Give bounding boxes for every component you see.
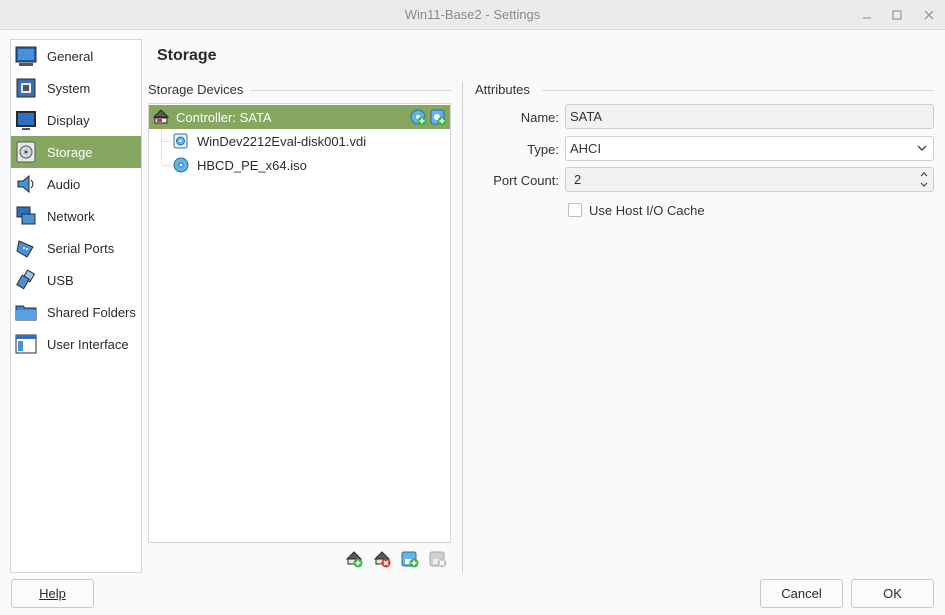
controller-label: Controller: SATA xyxy=(176,109,272,125)
type-value: AHCI xyxy=(570,141,602,156)
sidebar-item-storage[interactable]: Storage xyxy=(11,136,141,168)
add-attachment-icon xyxy=(401,551,419,568)
usb-icon xyxy=(15,269,37,291)
type-label: Type: xyxy=(527,142,559,157)
cancel-button-label: Cancel xyxy=(781,586,822,601)
close-icon xyxy=(924,10,934,20)
window-title: Win11-Base2 - Settings xyxy=(404,7,541,22)
add-optical-drive-icon xyxy=(410,109,427,126)
cancel-button[interactable]: Cancel xyxy=(760,579,843,608)
sidebar-item-label: Serial Ports xyxy=(47,240,115,256)
sidebar-item-label: User Interface xyxy=(47,336,129,352)
network-icon xyxy=(15,205,37,227)
sidebar-item-label: Display xyxy=(47,112,90,128)
remove-attachment-button[interactable] xyxy=(428,549,448,569)
user-interface-icon xyxy=(15,333,37,355)
name-label: Name: xyxy=(520,110,559,125)
spin-buttons[interactable] xyxy=(917,169,931,190)
sidebar-item-label: General xyxy=(47,48,94,64)
remove-attachment-icon xyxy=(429,551,447,568)
storage-icon xyxy=(15,141,37,163)
sidebar-item-label: Network xyxy=(47,208,95,224)
storage-tree[interactable]: Controller: SATA WinDev2212Eval-disk001.… xyxy=(148,103,451,543)
optical-disc-icon xyxy=(173,157,189,173)
ok-button[interactable]: OK xyxy=(851,579,934,608)
attachment-row[interactable]: HBCD_PE_x64.iso xyxy=(149,153,450,177)
type-select[interactable]: AHCI xyxy=(565,136,934,161)
vertical-separator xyxy=(462,81,463,573)
port-count-value: 2 xyxy=(574,172,582,187)
remove-controller-icon xyxy=(373,551,391,568)
name-field[interactable]: SATA xyxy=(565,104,934,129)
add-controller-icon xyxy=(345,551,363,568)
storage-devices-label: Storage Devices xyxy=(148,82,244,97)
remove-controller-button[interactable] xyxy=(372,549,392,569)
maximize-button[interactable] xyxy=(887,5,907,25)
sidebar-item-usb[interactable]: USB xyxy=(11,264,141,296)
sidebar-item-label: Shared Folders xyxy=(47,304,136,320)
help-button[interactable]: Help xyxy=(11,579,94,608)
attachment-label: WinDev2212Eval-disk001.vdi xyxy=(197,133,367,149)
sidebar-item-label: Audio xyxy=(47,176,81,192)
sidebar-item-user-interface[interactable]: User Interface xyxy=(11,328,141,360)
chevron-down-icon xyxy=(915,141,929,155)
maximize-icon xyxy=(892,10,902,20)
sidebar-item-network[interactable]: Network xyxy=(11,200,141,232)
attachment-label: HBCD_PE_x64.iso xyxy=(197,157,307,173)
sidebar-item-label: USB xyxy=(47,272,74,288)
minimize-icon xyxy=(863,17,871,19)
section-divider xyxy=(250,90,452,91)
add-optical-drive-button[interactable] xyxy=(410,109,427,126)
sidebar-item-general[interactable]: General xyxy=(11,40,141,72)
close-button[interactable] xyxy=(919,5,939,25)
hard-disk-icon xyxy=(173,133,189,149)
shared-folders-icon xyxy=(15,301,37,323)
sidebar-item-shared-folders[interactable]: Shared Folders xyxy=(11,296,141,328)
sidebar-item-label: System xyxy=(47,80,91,96)
minimize-button[interactable] xyxy=(857,5,877,25)
page-title: Storage xyxy=(157,47,217,64)
display-icon xyxy=(15,109,37,131)
sidebar-item-audio[interactable]: Audio xyxy=(11,168,141,200)
attachment-row[interactable]: WinDev2212Eval-disk001.vdi xyxy=(149,129,450,153)
add-hard-disk-icon xyxy=(430,109,447,126)
controller-row[interactable]: Controller: SATA xyxy=(149,105,450,129)
host-io-cache-label: Use Host I/O Cache xyxy=(589,203,705,218)
spin-arrows-icon xyxy=(920,172,928,187)
serial-ports-icon xyxy=(15,237,37,259)
host-io-cache-checkbox[interactable] xyxy=(568,203,582,217)
add-hard-disk-button[interactable] xyxy=(430,109,447,126)
audio-icon xyxy=(15,173,37,195)
section-divider xyxy=(542,90,934,91)
port-count-spinbox[interactable]: 2 xyxy=(565,167,934,192)
general-icon xyxy=(15,45,37,67)
add-controller-button[interactable] xyxy=(344,549,364,569)
attributes-label: Attributes xyxy=(475,82,530,97)
help-button-label: Help xyxy=(39,586,66,601)
sidebar-item-serial-ports[interactable]: Serial Ports xyxy=(11,232,141,264)
ok-button-label: OK xyxy=(883,586,902,601)
sidebar-item-display[interactable]: Display xyxy=(11,104,141,136)
sidebar-item-label: Storage xyxy=(47,144,93,160)
name-value: SATA xyxy=(570,109,603,124)
sidebar-item-system[interactable]: System xyxy=(11,72,141,104)
settings-sidebar: General System Display Storage Audio Net… xyxy=(10,39,142,573)
port-count-label: Port Count: xyxy=(493,173,559,188)
add-attachment-button[interactable] xyxy=(400,549,420,569)
title-bar: Win11-Base2 - Settings xyxy=(0,0,945,30)
system-icon xyxy=(15,77,37,99)
